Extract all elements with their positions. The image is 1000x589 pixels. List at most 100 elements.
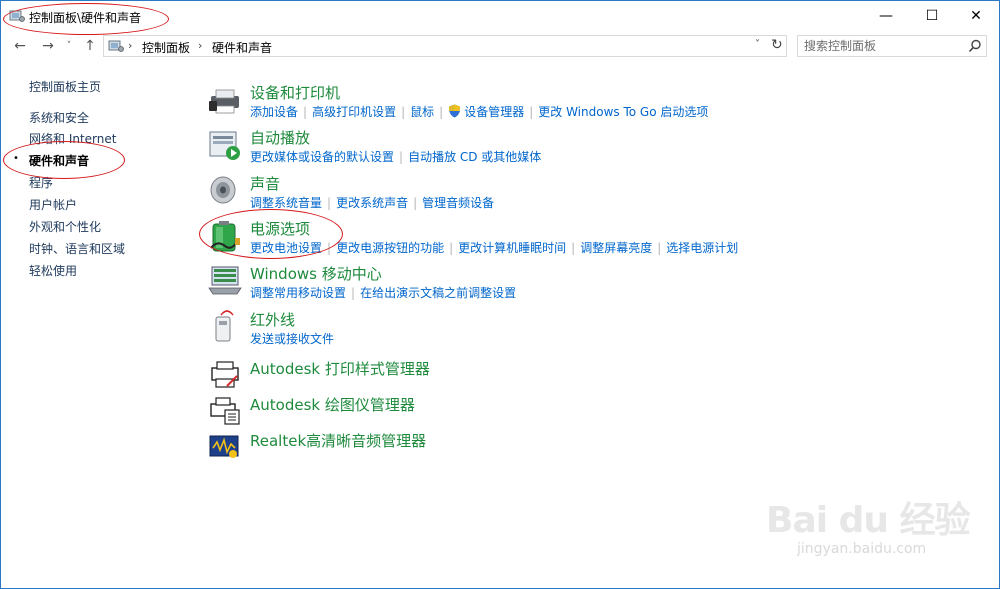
print-style-manager-icon[interactable]	[207, 356, 243, 392]
baidu-watermark: Bai du 经验 jingyan.baidu.com	[761, 481, 981, 581]
category-title[interactable]: Windows 移动中心	[250, 263, 382, 284]
refresh-icon[interactable]: ↻	[771, 37, 783, 53]
search-input[interactable]	[804, 38, 964, 54]
sidebar-item-hardware-sound[interactable]: 硬件和声音	[29, 152, 89, 169]
window-title: 控制面板\硬件和声音	[29, 11, 142, 25]
category-links: 调整系统音量 | 更改系统声音 | 管理音频设备	[250, 194, 494, 211]
category-title[interactable]: 自动播放	[250, 127, 310, 148]
speaker-icon[interactable]	[207, 173, 243, 209]
active-bullet-icon: •	[13, 153, 19, 164]
sidebar-item-programs[interactable]: 程序	[29, 174, 53, 191]
control-panel-icon	[9, 10, 25, 22]
link-sleep-time[interactable]: 更改计算机睡眠时间	[458, 241, 566, 255]
link-change-system-sounds[interactable]: 更改系统声音	[336, 196, 408, 210]
category-sound: 声音 调整系统音量 | 更改系统声音 | 管理音频设备	[207, 173, 767, 211]
sidebar-item-clock-region[interactable]: 时钟、语言和区域	[29, 240, 125, 257]
category-title[interactable]: Autodesk 打印样式管理器	[250, 358, 430, 379]
chevron-right-icon[interactable]: ›	[198, 39, 202, 52]
link-windows-to-go[interactable]: 更改 Windows To Go 启动选项	[538, 105, 708, 119]
link-change-media-defaults[interactable]: 更改媒体或设备的默认设置	[250, 150, 394, 164]
link-power-button-function[interactable]: 更改电源按钮的功能	[336, 241, 444, 255]
title-bar: 控制面板\硬件和声音 — ☐ ✕	[1, 1, 999, 31]
control-panel-window: 控制面板\硬件和声音 — ☐ ✕ ← → ˅ ↑ › 控制面板 › 硬件和声音 …	[0, 0, 1000, 589]
category-links: 调整常用移动设置 | 在给出演示文稿之前调整设置	[250, 284, 516, 301]
sidebar-item-user-accounts[interactable]: 用户帐户	[29, 196, 77, 213]
link-send-receive-files[interactable]: 发送或接收文件	[250, 332, 334, 346]
search-box[interactable]	[797, 35, 987, 57]
left-navigation-pane: 控制面板主页 系统和安全 网络和 Internet • 硬件和声音 程序 用户帐…	[1, 61, 191, 581]
category-title[interactable]: 电源选项	[250, 218, 310, 239]
category-title[interactable]: 红外线	[250, 309, 295, 330]
sidebar-item-network-internet[interactable]: 网络和 Internet	[29, 130, 116, 147]
category-links: 发送或接收文件	[250, 330, 334, 347]
category-title[interactable]: Realtek高清晰音频管理器	[250, 430, 426, 451]
uac-shield-icon	[449, 104, 461, 118]
infrared-icon[interactable]	[207, 309, 243, 345]
separator: |	[439, 105, 444, 119]
mobility-center-icon[interactable]	[207, 263, 243, 299]
link-presentation-settings[interactable]: 在给出演示文稿之前调整设置	[360, 286, 516, 300]
separator: |	[413, 196, 418, 210]
category-links: 添加设备 | 高级打印机设置 | 鼠标 | 设备管理器 | 更改 Windows To Go 启…	[250, 103, 708, 120]
separator: |	[401, 105, 406, 119]
sidebar-item-system-security[interactable]: 系统和安全	[29, 109, 89, 126]
separator: |	[351, 286, 356, 300]
chevron-down-icon[interactable]: ˅	[755, 39, 760, 50]
forward-button[interactable]: →	[39, 37, 57, 55]
close-button[interactable]: ✕	[953, 1, 999, 31]
sidebar-item-appearance[interactable]: 外观和个性化	[29, 218, 101, 235]
category-links: 更改电池设置 | 更改电源按钮的功能 | 更改计算机睡眠时间 | 调整屏幕亮度 | 选择电源计划	[250, 239, 738, 256]
breadcrumb-control-panel[interactable]: 控制面板	[142, 39, 190, 56]
separator: |	[571, 241, 576, 255]
category-devices-printers: 设备和打印机 添加设备 | 高级打印机设置 | 鼠标 | 设备管理器 | 更改 Windows …	[207, 82, 767, 120]
separator: |	[399, 150, 404, 164]
watermark-brand: Bai du 经验	[766, 500, 971, 541]
category-infrared: 红外线 发送或接收文件	[207, 309, 767, 347]
autoplay-icon[interactable]	[207, 127, 243, 163]
back-button[interactable]: ←	[11, 37, 29, 55]
separator: |	[657, 241, 662, 255]
link-adjust-brightness[interactable]: 调整屏幕亮度	[580, 241, 652, 255]
control-panel-icon	[108, 40, 124, 52]
search-icon[interactable]	[968, 39, 982, 53]
link-change-battery-settings[interactable]: 更改电池设置	[250, 241, 322, 255]
printer-icon[interactable]	[207, 82, 243, 118]
watermark-url: jingyan.baidu.com	[797, 541, 927, 557]
minimize-button[interactable]: —	[863, 1, 909, 31]
separator: |	[327, 196, 332, 210]
realtek-audio-icon[interactable]	[207, 428, 243, 464]
category-realtek-audio-manager: Realtek高清晰音频管理器	[207, 428, 767, 458]
link-add-device[interactable]: 添加设备	[250, 105, 298, 119]
category-title[interactable]: Autodesk 绘图仪管理器	[250, 394, 415, 415]
category-autoplay: 自动播放 更改媒体或设备的默认设置 | 自动播放 CD 或其他媒体	[207, 127, 767, 165]
link-autoplay-cd[interactable]: 自动播放 CD 或其他媒体	[408, 150, 541, 164]
link-device-manager[interactable]: 设备管理器	[464, 105, 524, 119]
category-autodesk-plotter-manager: Autodesk 绘图仪管理器	[207, 392, 767, 425]
separator: |	[327, 241, 332, 255]
sidebar-item-ease-of-access[interactable]: 轻松使用	[29, 262, 77, 279]
link-choose-power-plan[interactable]: 选择电源计划	[666, 241, 738, 255]
sidebar-home-link[interactable]: 控制面板主页	[29, 78, 101, 95]
link-advanced-printer-settings[interactable]: 高级打印机设置	[312, 105, 396, 119]
maximize-button[interactable]: ☐	[909, 1, 955, 31]
category-autodesk-print-style-manager: Autodesk 打印样式管理器	[207, 356, 767, 388]
chevron-right-icon[interactable]: ›	[128, 39, 132, 52]
category-title[interactable]: 声音	[250, 173, 280, 194]
plotter-manager-icon[interactable]	[207, 392, 243, 428]
address-bar[interactable]: › 控制面板 › 硬件和声音 ˅ ↻	[103, 35, 787, 57]
separator: |	[449, 241, 454, 255]
separator: |	[303, 105, 308, 119]
category-links: 更改媒体或设备的默认设置 | 自动播放 CD 或其他媒体	[250, 148, 541, 165]
link-adjust-volume[interactable]: 调整系统音量	[250, 196, 322, 210]
navigation-bar: ← → ˅ ↑ › 控制面板 › 硬件和声音 ˅ ↻	[1, 31, 999, 61]
separator: |	[529, 105, 534, 119]
link-manage-audio-devices[interactable]: 管理音频设备	[422, 196, 494, 210]
battery-icon[interactable]	[207, 218, 243, 254]
breadcrumb-hardware-sound[interactable]: 硬件和声音	[212, 39, 272, 56]
category-title[interactable]: 设备和打印机	[250, 82, 340, 103]
up-button[interactable]: ↑	[81, 37, 99, 55]
category-mobility-center: Windows 移动中心 调整常用移动设置 | 在给出演示文稿之前调整设置	[207, 263, 767, 301]
link-mouse[interactable]: 鼠标	[410, 105, 434, 119]
link-mobility-settings[interactable]: 调整常用移动设置	[250, 286, 346, 300]
recent-locations-button[interactable]: ˅	[63, 37, 75, 55]
